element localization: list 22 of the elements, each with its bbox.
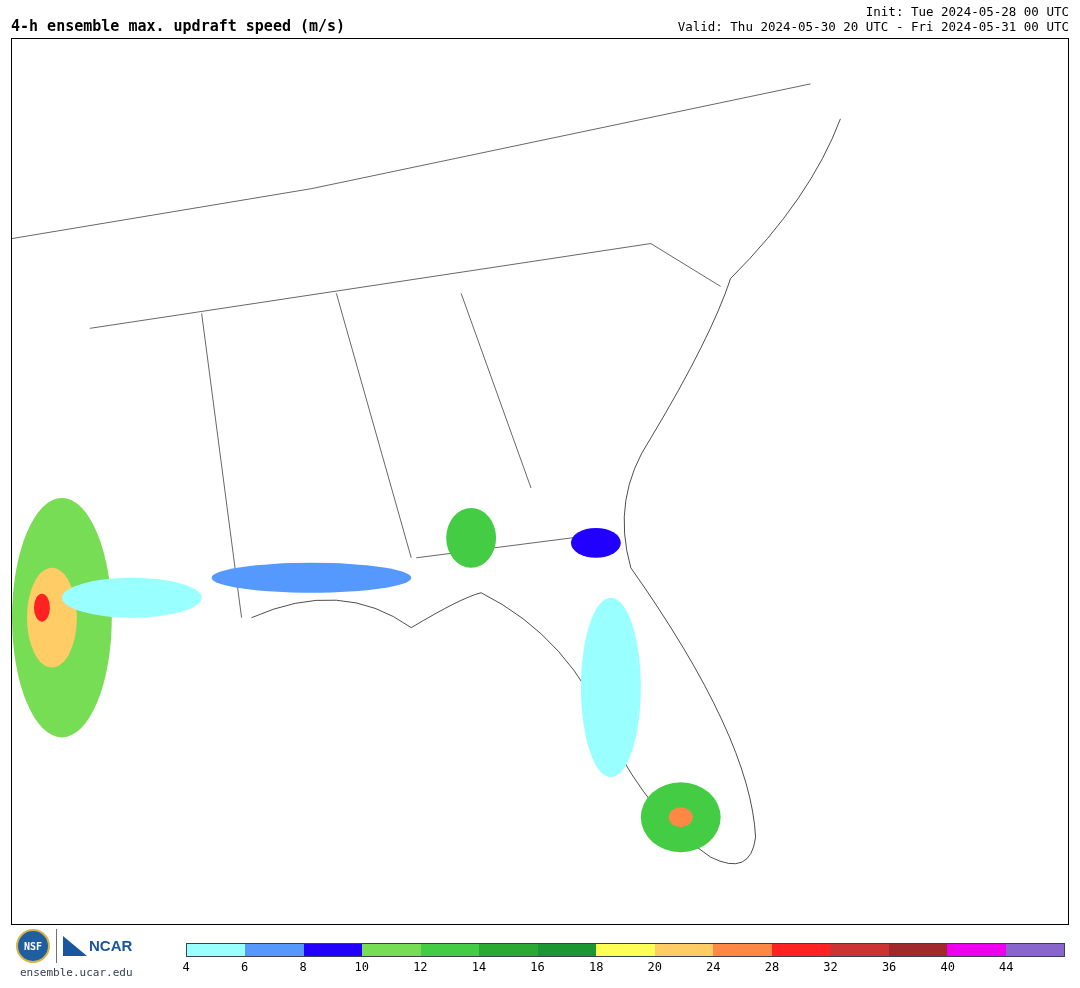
map-title: 4-h ensemble max. updraft speed (m/s): [11, 19, 346, 34]
ncar-mark-icon: [63, 936, 87, 956]
site-url: ensemble.ucar.edu: [20, 965, 133, 981]
tick-label: 32: [823, 961, 838, 973]
tick-label: 44: [999, 961, 1014, 973]
tick-label: 12: [413, 961, 428, 973]
ncar-logo: NCAR: [89, 935, 133, 956]
tick-label: 4: [182, 961, 190, 973]
tick-label: 8: [299, 961, 307, 973]
tick-label: 6: [241, 961, 249, 973]
valid-time: Valid: Thu 2024-05-30 20 UTC - Fri 2024-05-31 00 UTC: [677, 19, 1069, 34]
tick-label: 20: [647, 961, 662, 973]
tick-label: 16: [530, 961, 545, 973]
init-time: Init: Tue 2024-05-28 00 UTC: [865, 4, 1069, 19]
tick-label: 24: [706, 961, 721, 973]
nsf-logo: NSF: [16, 929, 50, 963]
tick-label: 14: [471, 961, 487, 973]
tick-label: 40: [940, 961, 955, 973]
tick-label: 10: [354, 961, 369, 973]
tick-label: 28: [764, 961, 780, 973]
tick-label: 18: [588, 961, 604, 973]
tick-label: 36: [881, 961, 897, 973]
